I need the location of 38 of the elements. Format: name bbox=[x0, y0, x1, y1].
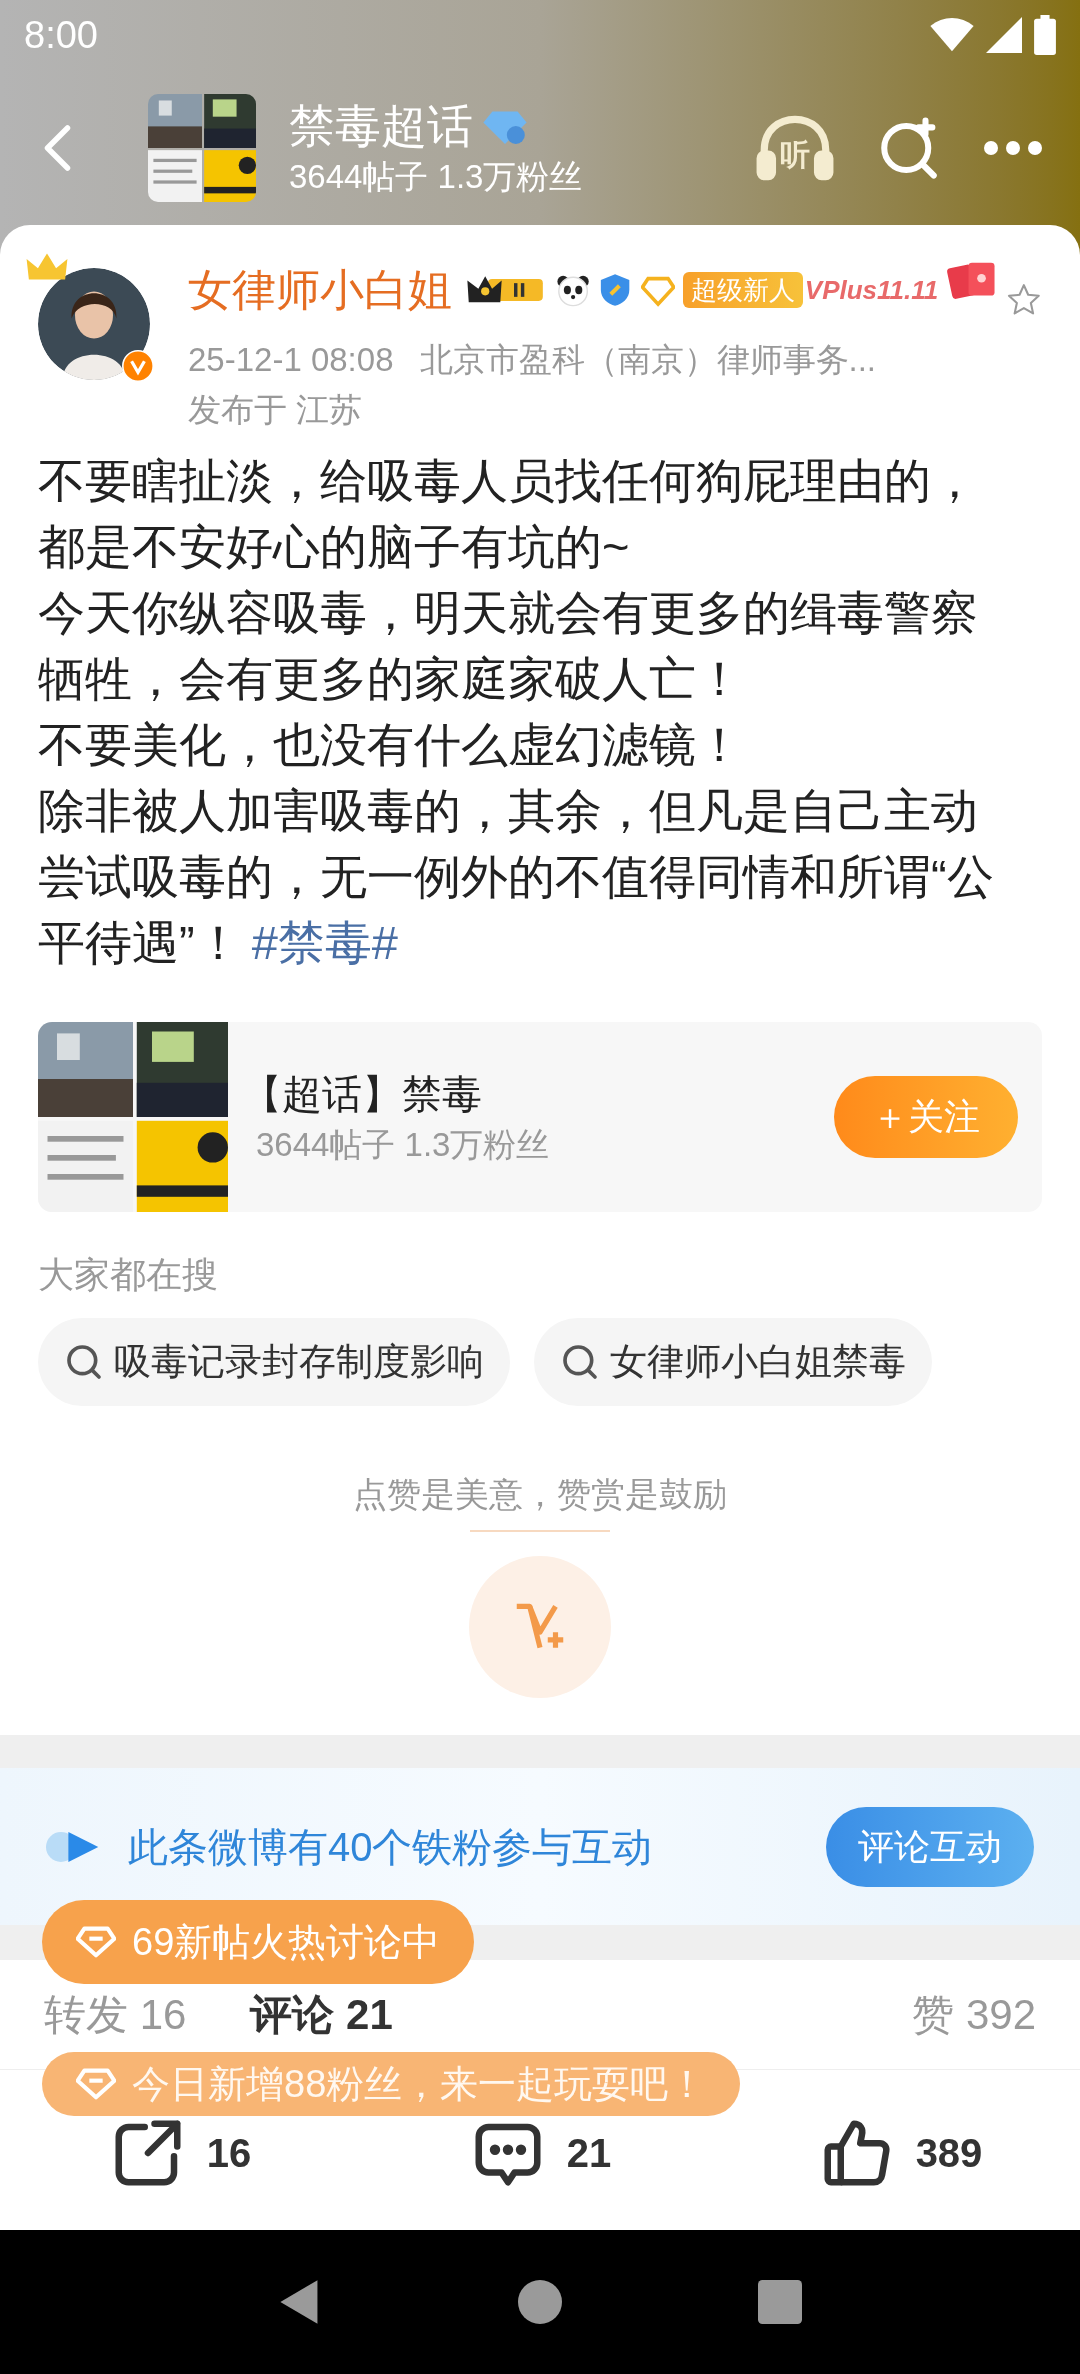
post-source: 北京市盈科（南京）律师事务... bbox=[419, 340, 876, 381]
trending-heading: 大家都在搜 bbox=[38, 1253, 219, 1297]
wifi-icon bbox=[930, 17, 974, 53]
post-text: 不要美化，也没有什么虚幻滤镜！ bbox=[38, 717, 744, 773]
search-suggestion-chip[interactable]: 女律师小白姐禁毒 bbox=[534, 1318, 932, 1406]
post-text: 今天你纵容吸毒，明天就会有更多的缉毒警察牺牲，会有更多的家庭家破人亡！ bbox=[38, 585, 979, 707]
topic-title: 禁毒超话 bbox=[289, 98, 473, 154]
avatar[interactable] bbox=[38, 268, 150, 380]
hashtag-link[interactable]: #禁毒# bbox=[251, 916, 398, 969]
notification-toast: 69新帖火热讨论中 bbox=[42, 1900, 475, 1984]
diamond-icon bbox=[76, 2067, 116, 2101]
home-nav-icon[interactable] bbox=[518, 2280, 562, 2324]
repost-button[interactable]: 16 bbox=[0, 2114, 360, 2192]
topic-card[interactable]: 【超话】禁毒 3644帖子 1.3万粉丝 ＋关注 bbox=[38, 1022, 1042, 1212]
comment-button[interactable]: 21 bbox=[360, 2114, 720, 2192]
topic-stats: 3644帖子 1.3万粉丝 bbox=[289, 156, 583, 197]
post-location: 发布于 江苏 bbox=[188, 390, 364, 430]
diamond-icon bbox=[76, 1925, 116, 1959]
topic-card-stats: 3644帖子 1.3万粉丝 bbox=[256, 1125, 550, 1165]
like-button[interactable]: 389 bbox=[720, 2114, 1080, 2192]
search-suggestion-chip[interactable]: 吸毒记录封存制度影响 bbox=[38, 1318, 510, 1406]
post-date: 25-12-1 08:08 bbox=[188, 340, 394, 381]
notification-toast: 今日新增88粉丝，来一起玩耍吧！ bbox=[42, 2052, 741, 2116]
comment-tab[interactable]: 评论 21 bbox=[250, 1983, 393, 2046]
battery-icon bbox=[1034, 15, 1056, 55]
fan-banner-text: 此条微博有40个铁粉参与互动 bbox=[128, 1823, 653, 1871]
reward-caption: 点赞是美意，赞赏是鼓励 bbox=[353, 1474, 727, 1515]
promo-label: VPlus11.11 bbox=[804, 273, 939, 307]
post-text: 除非被人加害吸毒的，其余，但凡是自己主动尝试吸毒的，无一例外的不值得同情和所谓“公平待遇”！ #禁毒# bbox=[38, 783, 995, 971]
verified-badge-icon bbox=[122, 350, 154, 382]
search-icon bbox=[64, 1342, 104, 1382]
more-icon[interactable] bbox=[982, 139, 1044, 156]
search-icon bbox=[560, 1342, 600, 1382]
status-time: 8:00 bbox=[24, 12, 98, 58]
new-member-badge: 超级新人 bbox=[682, 272, 803, 308]
signal-icon bbox=[986, 17, 1022, 53]
post-text: 不要瞎扯淡，给吸毒人员找任何狗屁理由的，都是不安好心的脑子有坑的~ bbox=[38, 453, 979, 575]
topic-card-title: 【超话】禁毒 bbox=[242, 1071, 483, 1118]
